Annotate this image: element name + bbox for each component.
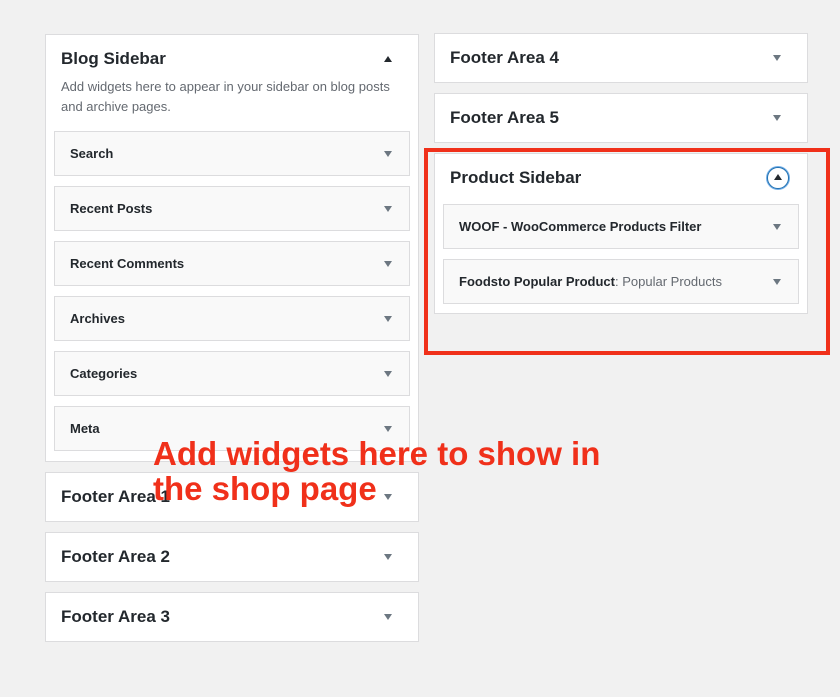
widget-title: Meta (70, 421, 100, 436)
collapse-arrow-icon (774, 174, 782, 180)
expand-arrow-icon[interactable] (384, 426, 392, 432)
expand-arrow-icon[interactable] (384, 371, 392, 377)
widget-subtitle: : Popular Products (615, 274, 722, 289)
annotation-line-1: Add widgets here to show in (153, 435, 601, 472)
footer-area-2-header[interactable]: Footer Area 2 (46, 533, 418, 581)
product-sidebar-title: Product Sidebar (450, 168, 582, 187)
blog-sidebar-description: Add widgets here to appear in your sideb… (61, 79, 390, 114)
product-sidebar-header[interactable]: Product Sidebar (435, 154, 807, 202)
widget-title: Search (70, 146, 114, 161)
blog-sidebar-title: Blog Sidebar (61, 49, 166, 68)
expand-arrow-icon[interactable] (773, 115, 781, 121)
expand-arrow-icon[interactable] (773, 55, 781, 61)
widget-title: Recent Comments (70, 256, 185, 271)
blog-sidebar-panel: Blog Sidebar Add widgets here to appear … (45, 34, 419, 462)
widget-recent-posts[interactable]: Recent Posts (54, 186, 410, 231)
footer-area-3-panel[interactable]: Footer Area 3 (45, 592, 419, 642)
footer-area-4-header[interactable]: Footer Area 4 (435, 34, 807, 82)
footer-area-2-title: Footer Area 2 (61, 547, 170, 566)
footer-area-5-panel[interactable]: Footer Area 5 (434, 93, 808, 143)
expand-arrow-icon[interactable] (384, 261, 392, 267)
widget-title: Archives (70, 311, 125, 326)
expand-arrow-icon[interactable] (384, 614, 392, 620)
footer-area-4-panel[interactable]: Footer Area 4 (434, 33, 808, 83)
product-sidebar-panel: Product Sidebar WOOF - WooCommerce Produ… (434, 153, 808, 314)
widget-title-main: Foodsto Popular Product (459, 274, 615, 289)
footer-area-5-header[interactable]: Footer Area 5 (435, 94, 807, 142)
expand-arrow-icon[interactable] (384, 206, 392, 212)
expand-arrow-icon[interactable] (384, 151, 392, 157)
widget-title: Recent Posts (70, 201, 153, 216)
collapse-arrow-icon[interactable] (384, 56, 392, 62)
widget-recent-comments[interactable]: Recent Comments (54, 241, 410, 286)
annotation-line-2: the shop page (153, 470, 377, 507)
blog-sidebar-header[interactable]: Blog Sidebar (46, 35, 418, 83)
footer-area-3-title: Footer Area 3 (61, 607, 170, 626)
widget-title-main: WOOF - WooCommerce Products Filter (459, 219, 702, 234)
expand-arrow-icon[interactable] (773, 279, 781, 285)
collapse-toggle-button[interactable] (767, 167, 789, 189)
footer-area-3-header[interactable]: Footer Area 3 (46, 593, 418, 641)
expand-arrow-icon[interactable] (773, 224, 781, 230)
footer-area-4-title: Footer Area 4 (450, 48, 559, 67)
widget-categories[interactable]: Categories (54, 351, 410, 396)
widget-title: WOOF - WooCommerce Products Filter (459, 219, 701, 234)
footer-area-5-title: Footer Area 5 (450, 108, 559, 127)
widget-woof-filter[interactable]: WOOF - WooCommerce Products Filter (443, 204, 799, 249)
widget-archives[interactable]: Archives (54, 296, 410, 341)
widget-search[interactable]: Search (54, 131, 410, 176)
expand-arrow-icon[interactable] (384, 554, 392, 560)
widget-title: Foodsto Popular Product: Popular Product… (459, 274, 722, 289)
expand-arrow-icon[interactable] (384, 316, 392, 322)
annotation-text: Add widgets here to show in the shop pag… (153, 436, 600, 506)
widget-foodsto-popular-product[interactable]: Foodsto Popular Product: Popular Product… (443, 259, 799, 304)
widget-title: Categories (70, 366, 138, 381)
footer-area-2-panel[interactable]: Footer Area 2 (45, 532, 419, 582)
